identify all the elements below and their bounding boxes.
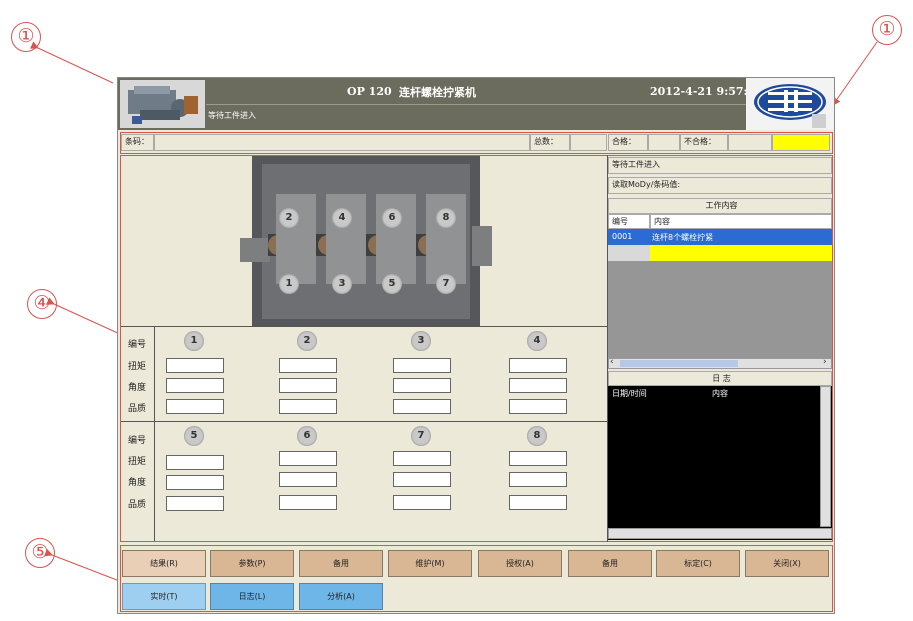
spare-button-2[interactable]: 备用 [568,550,652,577]
log-panel [608,386,832,540]
angle-field-2[interactable] [279,378,337,393]
engine-bolt-8: 8 [436,208,456,228]
angle-field-8[interactable] [509,472,567,487]
log-title: 日 志 [608,371,832,386]
label-no-1: 编号 [128,340,147,350]
engine-bolt-3: 3 [332,274,352,294]
calibrate-button[interactable]: 标定(C) [656,550,740,577]
authorize-button[interactable]: 授权(A) [478,550,562,577]
work-row-2-no [608,245,650,261]
quality-field-5[interactable] [166,496,224,511]
datetime: 2012-4-21 9:57: [650,85,748,98]
work-row-1-content: 连杆8个螺栓拧紧 [652,233,714,242]
torque-field-2[interactable] [279,358,337,373]
page-title: 连杆螺栓拧紧机 [399,86,476,99]
torque-field-6[interactable] [279,451,337,466]
log-hscrollbar[interactable] [608,528,832,539]
total-value [570,134,607,151]
spare-button-1[interactable]: 备用 [299,550,383,577]
work-row-2-content [650,245,832,261]
analysis-button[interactable]: 分析(A) [299,583,383,610]
barcode-label: 条码： [121,134,154,151]
bolt-header-7: 7 [411,426,431,446]
scroll-thumb[interactable] [620,360,738,367]
torque-field-4[interactable] [509,358,567,373]
work-row-1-no: 0001 [612,232,633,241]
work-col-no: 编号 [608,214,650,229]
label-angle-2: 角度 [128,478,147,488]
scroll-left-icon[interactable]: ‹ [610,357,614,367]
torque-field-1[interactable] [166,358,224,373]
header-bar: OP 120 连杆螺栓拧紧机 2012-4-21 9:57: 等待工件进入 [118,78,834,130]
right-status-2: 读取MoDy/条码值: [608,177,832,194]
quality-field-4[interactable] [509,399,567,414]
bolt-header-2: 2 [297,331,317,351]
quality-field-1[interactable] [166,399,224,414]
params-button[interactable]: 参数(P) [210,550,294,577]
label-torque-2: 扭矩 [128,457,147,467]
quality-field-2[interactable] [279,399,337,414]
work-content-title: 工作内容 [608,198,832,214]
quality-field-3[interactable] [393,399,451,414]
angle-field-6[interactable] [279,472,337,487]
param-grid-vline [154,327,155,541]
total-label: 总数： [530,134,570,151]
work-col-content: 内容 [650,214,832,229]
bolt-header-4: 4 [527,331,547,351]
torque-field-7[interactable] [393,451,451,466]
close-button[interactable]: 关闭(X) [745,550,829,577]
pass-label: 合格： [608,134,648,151]
quality-field-8[interactable] [509,495,567,510]
fail-value [728,134,772,151]
engine-bolt-7: 7 [436,274,456,294]
angle-field-3[interactable] [393,378,451,393]
bolt-header-8: 8 [527,426,547,446]
angle-field-7[interactable] [393,472,451,487]
realtime-button[interactable]: 实时(T) [122,583,206,610]
bolt-header-1: 1 [184,331,204,351]
right-status-1: 等待工件进入 [608,157,832,174]
torque-field-5[interactable] [166,455,224,470]
angle-field-5[interactable] [166,475,224,490]
status-message: 等待工件进入 [208,111,256,120]
log-col-time: 日期/时间 [612,389,647,398]
angle-field-4[interactable] [509,378,567,393]
scroll-right-icon[interactable]: › [823,357,827,367]
label-angle-1: 角度 [128,383,147,393]
quality-field-6[interactable] [279,495,337,510]
angle-field-1[interactable] [166,378,224,393]
label-no-2: 编号 [128,436,147,446]
work-row-1[interactable] [608,229,832,245]
param-grid-hline [121,421,607,422]
engine-bolt-1: 1 [279,274,299,294]
engine-bolt-6: 6 [382,208,402,228]
label-torque-1: 扭矩 [128,362,147,372]
label-quality-1: 品质 [128,404,147,414]
bolt-header-5: 5 [184,426,204,446]
bolt-header-6: 6 [297,426,317,446]
results-button[interactable]: 结果(R) [122,550,206,577]
header-divider [206,104,746,105]
engine-bolt-4: 4 [332,208,352,228]
station-code: OP 120 [347,85,392,98]
fail-indicator [772,134,830,151]
log-vscrollbar[interactable] [820,386,831,527]
engine-bolt-5: 5 [382,274,402,294]
quality-field-7[interactable] [393,495,451,510]
fail-label: 不合格： [680,134,728,151]
log-button[interactable]: 日志(L) [210,583,294,610]
faw-logo [746,78,834,130]
torque-field-3[interactable] [393,358,451,373]
barcode-field [154,134,530,151]
maintenance-button[interactable]: 维护(M) [388,550,472,577]
engine-bolt-2: 2 [279,208,299,228]
faw-logo-icon [754,84,826,128]
engine-block-image: 2 4 6 8 1 3 5 7 [240,156,492,326]
bolt-header-3: 3 [411,331,431,351]
log-col-content: 内容 [712,389,728,398]
work-hscrollbar[interactable]: ‹ › [608,357,832,369]
torque-field-8[interactable] [509,451,567,466]
label-quality-2: 品质 [128,500,147,510]
pass-value [648,134,680,151]
